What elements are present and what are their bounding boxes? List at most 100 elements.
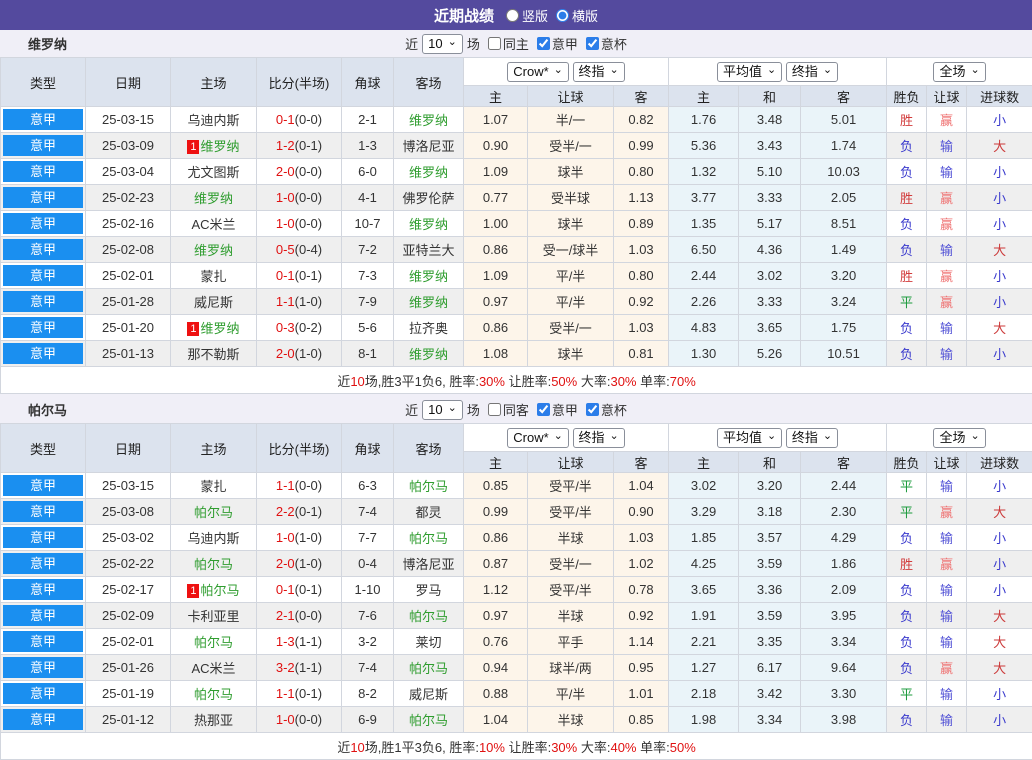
col-home: 主场: [171, 58, 257, 107]
team-link[interactable]: 罗马: [415, 583, 441, 598]
cup-option[interactable]: 意杯: [586, 34, 627, 53]
league-badge: 意甲: [1, 159, 86, 185]
avg-away-odds: 4.29: [801, 525, 887, 551]
score: 1-1(0-1): [257, 681, 342, 707]
team-link[interactable]: 博洛尼亚: [402, 139, 454, 154]
team-link[interactable]: 维罗纳: [409, 165, 448, 180]
col-avg-away: 客: [801, 452, 887, 473]
team-link[interactable]: 维罗纳: [409, 113, 448, 128]
team-link[interactable]: 帕尔马: [194, 557, 233, 572]
team-link[interactable]: 帕尔马: [409, 713, 448, 728]
team-link[interactable]: 威尼斯: [194, 295, 233, 310]
avg-home-odds: 4.83: [669, 315, 739, 341]
league-option[interactable]: 意甲: [537, 400, 578, 419]
average-odds-group: 平均值⌄ 终指⌄: [669, 58, 887, 86]
final-index-select-2[interactable]: 终指⌄: [786, 62, 838, 82]
avg-away-odds: 3.20: [801, 263, 887, 289]
team-link[interactable]: AC米兰: [191, 217, 235, 232]
team-link[interactable]: 帕尔马: [409, 661, 448, 676]
handicap-result-cell: 输: [927, 603, 967, 629]
team-link[interactable]: 蒙扎: [200, 269, 226, 284]
goals-cell: 小: [967, 473, 1032, 499]
team-link[interactable]: 维罗纳: [200, 139, 239, 154]
result-cell: 负: [887, 133, 927, 159]
odds-source-select[interactable]: Crow*⌄: [507, 62, 569, 82]
away-odds: 1.14: [614, 629, 669, 655]
team-link[interactable]: 维罗纳: [194, 191, 233, 206]
avg-away-odds: 3.24: [801, 289, 887, 315]
league-checkbox[interactable]: [537, 37, 550, 50]
home-odds: 1.07: [464, 107, 528, 133]
team-link[interactable]: 帕尔马: [409, 609, 448, 624]
league-badge: 意甲: [1, 681, 86, 707]
team-link[interactable]: 拉齐奥: [409, 321, 448, 336]
team-link[interactable]: 帕尔马: [200, 583, 239, 598]
fulltime-select[interactable]: 全场⌄: [933, 62, 985, 82]
average-select[interactable]: 平均值⌄: [717, 62, 782, 82]
recent-count-select[interactable]: 10⌄: [422, 34, 463, 54]
team-name: 维罗纳: [28, 34, 67, 53]
team-link[interactable]: 帕尔马: [409, 479, 448, 494]
same-team-option[interactable]: 同主: [488, 34, 529, 53]
match-row: 意甲25-03-15蒙扎1-1(0-0)6-3帕尔马0.85受平/半1.043.…: [1, 473, 1032, 499]
team-link[interactable]: 帕尔马: [194, 635, 233, 650]
cup-checkbox[interactable]: [586, 37, 599, 50]
avg-home-odds: 2.26: [669, 289, 739, 315]
final-index-select-2[interactable]: 终指⌄: [786, 428, 838, 448]
team-link[interactable]: 维罗纳: [409, 347, 448, 362]
team-link[interactable]: 乌迪内斯: [187, 113, 239, 128]
team-link[interactable]: 莱切: [415, 635, 441, 650]
corner-score: 7-4: [342, 499, 394, 525]
team-link[interactable]: 帕尔马: [194, 687, 233, 702]
team-link[interactable]: 维罗纳: [409, 217, 448, 232]
final-index-select[interactable]: 终指⌄: [573, 428, 625, 448]
team-link[interactable]: 蒙扎: [200, 479, 226, 494]
team-link[interactable]: 热那亚: [194, 713, 233, 728]
team-link[interactable]: 帕尔马: [194, 505, 233, 520]
team-link[interactable]: 佛罗伦萨: [402, 191, 454, 206]
cup-option[interactable]: 意杯: [586, 400, 627, 419]
chevron-down-icon: ⌄: [970, 65, 979, 75]
corner-score: 6-3: [342, 473, 394, 499]
cup-checkbox[interactable]: [586, 403, 599, 416]
fulltime-select[interactable]: 全场⌄: [933, 428, 985, 448]
avg-away-odds: 10.03: [801, 159, 887, 185]
same-team-checkbox[interactable]: [488, 37, 501, 50]
vertical-radio[interactable]: [506, 9, 519, 22]
team-link[interactable]: 博洛尼亚: [402, 557, 454, 572]
team-link[interactable]: 威尼斯: [409, 687, 448, 702]
match-row: 意甲25-03-091维罗纳1-2(0-1)1-3博洛尼亚0.90受半/一0.9…: [1, 133, 1032, 159]
match-date: 25-03-08: [86, 499, 171, 525]
team-link[interactable]: AC米兰: [191, 661, 235, 676]
team-link[interactable]: 维罗纳: [200, 321, 239, 336]
horizontal-radio[interactable]: [556, 9, 569, 22]
match-row: 意甲25-01-13那不勒斯2-0(1-0)8-1维罗纳1.08球半0.811.…: [1, 341, 1032, 367]
team-link[interactable]: 帕尔马: [409, 531, 448, 546]
team-link[interactable]: 那不勒斯: [187, 347, 239, 362]
corner-score: 1-3: [342, 133, 394, 159]
match-row: 意甲25-03-04尤文图斯2-0(0-0)6-0维罗纳1.09球半0.801.…: [1, 159, 1032, 185]
match-date: 25-01-28: [86, 289, 171, 315]
vertical-layout-option[interactable]: 竖版: [506, 6, 548, 25]
same-team-option[interactable]: 同客: [488, 400, 529, 419]
final-index-select[interactable]: 终指⌄: [573, 62, 625, 82]
league-checkbox[interactable]: [537, 403, 550, 416]
team-link[interactable]: 亚特兰大: [402, 243, 454, 258]
odds-source-select[interactable]: Crow*⌄: [507, 428, 569, 448]
handicap-line: 半/一: [528, 107, 614, 133]
team-link[interactable]: 维罗纳: [409, 269, 448, 284]
horizontal-layout-option[interactable]: 横版: [556, 6, 598, 25]
league-badge: 意甲: [1, 341, 86, 367]
team-link[interactable]: 都灵: [415, 505, 441, 520]
team-link[interactable]: 维罗纳: [194, 243, 233, 258]
team-link[interactable]: 乌迪内斯: [187, 531, 239, 546]
same-team-checkbox[interactable]: [488, 403, 501, 416]
team-link[interactable]: 维罗纳: [409, 295, 448, 310]
league-badge: 意甲: [1, 525, 86, 551]
team-link[interactable]: 卡利亚里: [187, 609, 239, 624]
league-option[interactable]: 意甲: [537, 34, 578, 53]
match-date: 25-02-22: [86, 551, 171, 577]
recent-count-select[interactable]: 10⌄: [422, 400, 463, 420]
average-select[interactable]: 平均值⌄: [717, 428, 782, 448]
team-link[interactable]: 尤文图斯: [187, 165, 239, 180]
